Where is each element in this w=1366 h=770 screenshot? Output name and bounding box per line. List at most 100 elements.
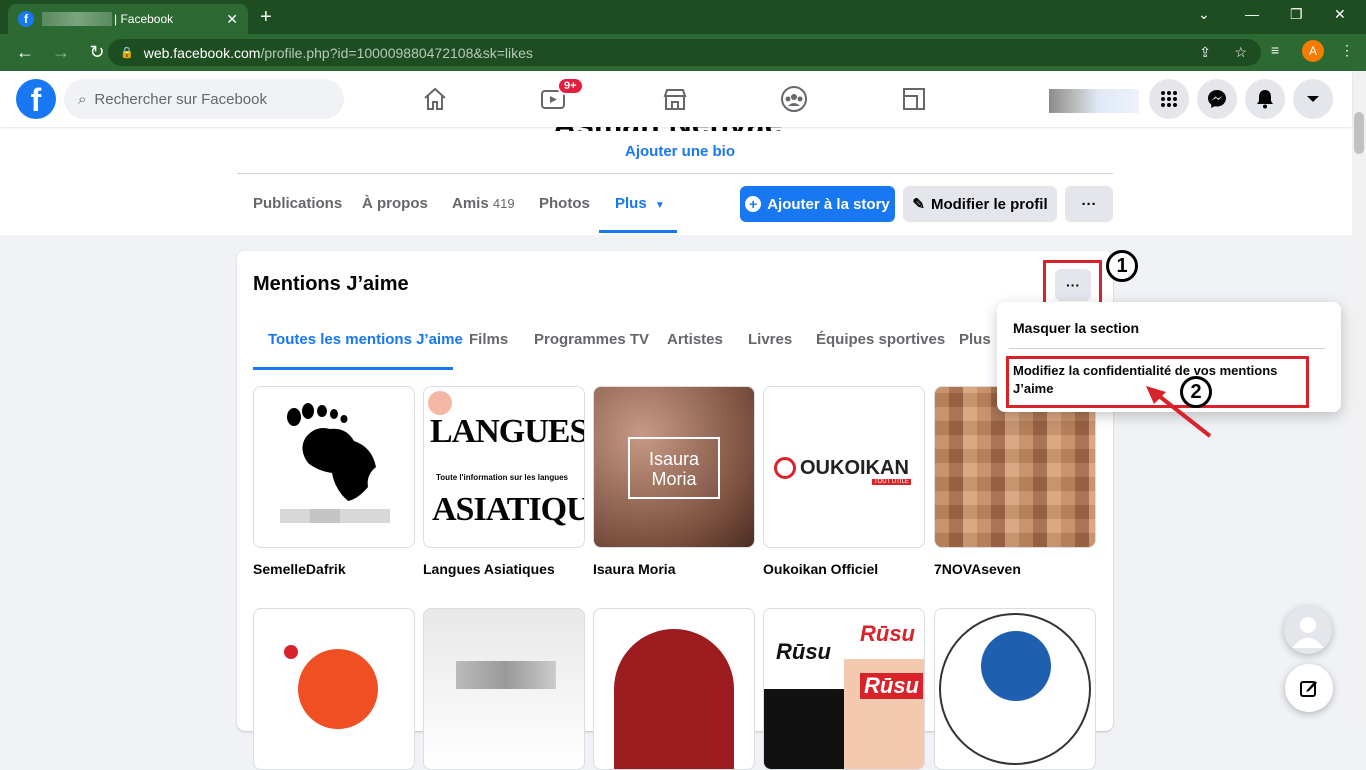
footprint-africa-image bbox=[280, 403, 390, 523]
like-name-7nova[interactable]: 7NOVAseven bbox=[934, 561, 1021, 577]
url-path: /profile.php?id=100009880472108&sk=likes bbox=[260, 44, 533, 61]
like-name-isaura[interactable]: Isaura Moria bbox=[593, 561, 675, 577]
likes-tab-artists[interactable]: Artistes bbox=[667, 331, 723, 348]
likes-tab-all[interactable]: Toutes les mentions J’aime bbox=[268, 331, 463, 348]
likes-tab-sports[interactable]: Équipes sportives bbox=[816, 331, 945, 348]
scrollbar-thumb[interactable] bbox=[1354, 112, 1364, 154]
gaming-icon[interactable] bbox=[896, 81, 932, 117]
annotation-arrow-icon bbox=[1146, 386, 1212, 438]
menu-item-hide-section[interactable]: Masquer la section bbox=[1013, 320, 1139, 336]
like-name-langues[interactable]: Langues Asiatiques bbox=[423, 561, 555, 577]
rusu-logo-1: Rūsu bbox=[776, 639, 831, 664]
oukoikan-logo: OUKOIKAN bbox=[800, 457, 909, 479]
media-control-icon[interactable]: ≡ bbox=[1271, 42, 1279, 58]
groups-icon[interactable] bbox=[776, 81, 812, 117]
page-scrollbar[interactable] bbox=[1352, 71, 1366, 726]
like-tile-isaura-moria[interactable]: Isaura Moria bbox=[593, 386, 755, 548]
contact-avatar-icon[interactable] bbox=[1284, 606, 1332, 654]
like-tile-row2-1[interactable] bbox=[253, 608, 415, 770]
divider bbox=[237, 173, 1113, 174]
edit-profile-button[interactable]: ✎ Modifier le profil bbox=[903, 186, 1057, 222]
tab-about[interactable]: À propos bbox=[362, 195, 428, 212]
like-tile-oukoikan[interactable]: OUKOIKAN TOUT UTILE bbox=[763, 386, 925, 548]
langues-logo-top: LANGUES bbox=[430, 413, 585, 450]
likes-tab-more-label: Plus bbox=[959, 331, 991, 348]
url-domain: web.facebook.com bbox=[143, 44, 261, 61]
facebook-header: f ⌕ Rechercher sur Facebook 9+ bbox=[0, 71, 1352, 127]
tab-photos[interactable]: Photos bbox=[539, 195, 590, 212]
home-icon[interactable] bbox=[417, 81, 453, 117]
notifications-bell-icon[interactable] bbox=[1245, 79, 1285, 119]
blurred-profile-shortcut[interactable] bbox=[1049, 89, 1139, 113]
orange-logo-icon bbox=[298, 649, 378, 729]
forward-icon[interactable]: → bbox=[50, 42, 72, 63]
langues-logo-sub: Toute l'information sur les langues bbox=[436, 473, 568, 482]
tab-more[interactable]: Plus ▼ bbox=[615, 195, 665, 212]
close-tab-icon[interactable]: ✕ bbox=[226, 11, 238, 28]
like-tile-semelledafrik[interactable] bbox=[253, 386, 415, 548]
address-bar[interactable]: 🔒 web.facebook.com /profile.php?id=10000… bbox=[108, 39, 1261, 66]
blurred-tab-title bbox=[42, 12, 112, 26]
profile-header: Asman Nenvae Ajouter une bio Publication… bbox=[0, 109, 1352, 235]
add-bio-link[interactable]: Ajouter une bio bbox=[625, 143, 735, 160]
oukoikan-logo-sub: TOUT UTILE bbox=[872, 479, 911, 485]
reload-icon[interactable]: ↻ bbox=[86, 42, 108, 63]
tab-friends[interactable]: Amis 419 bbox=[452, 195, 515, 212]
marketplace-icon[interactable] bbox=[657, 81, 693, 117]
menu-divider bbox=[1009, 348, 1325, 349]
like-tile-langues-asiatiques[interactable]: LANGUES Toute l'information sur les lang… bbox=[423, 386, 585, 548]
close-window-icon[interactable]: ✕ bbox=[1334, 6, 1346, 23]
minimize-icon[interactable]: — bbox=[1245, 6, 1259, 22]
like-name-oukoikan[interactable]: Oukoikan Officiel bbox=[763, 561, 878, 577]
plus-icon: + bbox=[745, 196, 762, 212]
like-tile-row2-2[interactable] bbox=[423, 608, 585, 770]
watch-icon[interactable]: 9+ bbox=[535, 77, 584, 117]
restore-icon[interactable]: ❐ bbox=[1290, 6, 1303, 23]
likes-tab-tv[interactable]: Programmes TV bbox=[534, 331, 649, 348]
maroon-logo-icon bbox=[614, 629, 734, 769]
rusu-logo-2: Rūsu bbox=[860, 621, 915, 646]
like-tile-row2-3[interactable] bbox=[593, 608, 755, 770]
like-tile-rusu[interactable]: Rūsu Rūsu Rūsu bbox=[763, 608, 925, 770]
red-dot-icon bbox=[284, 645, 298, 659]
caret-down-icon: ▼ bbox=[654, 200, 665, 211]
edit-profile-label: Modifier le profil bbox=[930, 195, 1048, 213]
tab-friends-label: Amis bbox=[452, 195, 489, 212]
facebook-logo-icon[interactable]: f bbox=[16, 79, 56, 119]
likes-title: Mentions J’aime bbox=[253, 273, 409, 295]
likes-section: Mentions J’aime ··· Toutes les mentions … bbox=[237, 251, 1113, 770]
profile-more-button[interactable]: ··· bbox=[1065, 186, 1113, 222]
new-message-icon[interactable] bbox=[1285, 664, 1333, 712]
chrome-profile-avatar[interactable]: A bbox=[1302, 40, 1324, 62]
annotation-box-1 bbox=[1043, 260, 1102, 306]
search-input[interactable]: ⌕ Rechercher sur Facebook bbox=[64, 79, 344, 119]
tab-title: | Facebook bbox=[114, 12, 174, 26]
messenger-icon[interactable] bbox=[1197, 79, 1237, 119]
tab-search-icon[interactable]: ⌄ bbox=[1198, 6, 1210, 23]
globe-icon bbox=[981, 631, 1051, 701]
annotation-step-1: 1 bbox=[1106, 250, 1138, 282]
browser-toolbar: ← → ↻ 🔒 web.facebook.com /profile.php?id… bbox=[0, 34, 1366, 71]
search-icon: ⌕ bbox=[78, 90, 87, 108]
new-tab-icon[interactable]: + bbox=[260, 6, 272, 29]
like-name-semelledafrik[interactable]: SemelleDafrik bbox=[253, 561, 346, 577]
back-icon[interactable]: ← bbox=[14, 42, 36, 63]
active-tab-indicator bbox=[599, 230, 677, 233]
share-icon[interactable]: ⇪ bbox=[1199, 44, 1211, 61]
like-tile-row2-5[interactable] bbox=[934, 608, 1096, 770]
blurred-image bbox=[456, 661, 556, 689]
likes-tab-books[interactable]: Livres bbox=[748, 331, 792, 348]
likes-tab-films[interactable]: Films bbox=[469, 331, 508, 348]
facebook-favicon-icon: f bbox=[18, 11, 34, 27]
menu-grid-icon[interactable] bbox=[1149, 79, 1189, 119]
account-dropdown-icon[interactable] bbox=[1293, 79, 1333, 119]
browser-tab[interactable]: f | Facebook ✕ bbox=[8, 4, 248, 34]
lock-icon: 🔒 bbox=[120, 47, 134, 59]
add-to-story-button[interactable]: + Ajouter à la story bbox=[740, 186, 895, 222]
friends-count: 419 bbox=[492, 196, 515, 211]
watch-badge: 9+ bbox=[557, 77, 584, 95]
bookmark-star-icon[interactable]: ☆ bbox=[1234, 44, 1247, 61]
tab-publications[interactable]: Publications bbox=[253, 195, 342, 212]
chrome-menu-icon[interactable]: ⋮ bbox=[1340, 42, 1354, 59]
rusu-logo-3: Rūsu bbox=[860, 673, 923, 699]
